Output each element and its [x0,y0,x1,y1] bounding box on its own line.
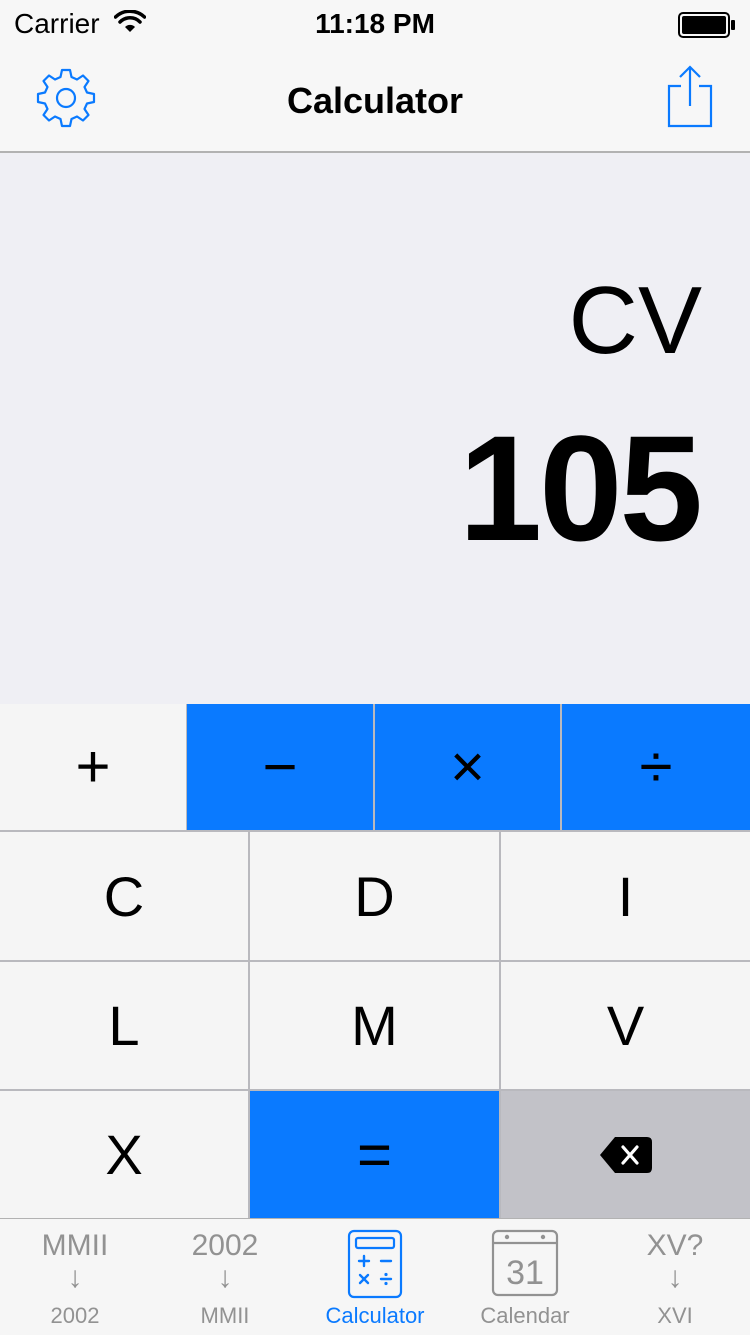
plus-button[interactable]: + [0,704,186,830]
equals-button[interactable]: = [250,1091,499,1218]
digit-i-button[interactable]: I [501,832,750,960]
share-button[interactable] [664,64,716,130]
down-arrow-icon: ↓ [667,1261,683,1294]
calendar-icon: 31 [491,1229,559,1304]
tab-bar: MMII ↓ 2002 2002 ↓ MMII Calculator 31 Ca… [0,1218,750,1335]
digit-c-label: C [103,864,145,928]
digit-x-button[interactable]: X [0,1091,248,1218]
digit-i-label: I [617,864,634,928]
status-bar: Carrier 11:18 PM [0,0,750,50]
divide-label: ÷ [639,733,673,800]
digit-x-label: X [105,1123,143,1186]
tab-calculator-label: Calculator [325,1303,425,1328]
tab-calendar[interactable]: 31 Calendar [450,1219,600,1335]
tab-roman-to-arabic-label: 2002 [50,1303,100,1328]
battery-icon [678,12,736,43]
arabic-number-display: 105 [458,404,703,572]
page-title: Calculator [286,80,464,121]
down-arrow-icon: ↓ [67,1261,83,1294]
digit-c-button[interactable]: C [0,832,248,960]
digit-v-label: V [606,994,645,1057]
multiply-label: × [449,733,486,800]
roman-numeral-display: CV [568,267,702,374]
digit-d-button[interactable]: D [250,832,499,960]
share-icon [664,65,716,134]
tab-arabic-to-roman-top: 2002 [191,1229,259,1262]
calculator-icon [341,1229,409,1304]
calendar-icon-date: 31 [506,1254,544,1292]
keypad: + − × ÷ C D I L M V X = [0,704,750,1218]
calculator-display: CV 105 [0,153,750,704]
digit-l-label: L [108,994,140,1057]
tab-roman-puzzle-label: XVI [657,1303,693,1328]
equals-label: = [356,1120,393,1188]
digit-d-label: D [354,864,395,928]
tab-roman-puzzle[interactable]: XV? ↓ XVI [600,1219,750,1335]
tab-calendar-label: Calendar [480,1303,570,1328]
tab-calculator[interactable]: Calculator [300,1219,450,1335]
backspace-icon [599,1122,653,1187]
minus-button[interactable]: − [187,704,373,830]
digit-m-button[interactable]: M [250,962,499,1089]
minus-label: − [262,733,298,800]
divide-button[interactable]: ÷ [562,704,750,830]
tab-arabic-to-roman-label: MMII [200,1303,250,1328]
tab-roman-to-arabic[interactable]: MMII ↓ 2002 [0,1219,150,1335]
backspace-button[interactable] [501,1091,750,1218]
tab-roman-puzzle-top: XV? [646,1229,704,1262]
digit-l-button[interactable]: L [0,962,248,1089]
digit-m-label: M [351,994,398,1057]
down-arrow-icon: ↓ [217,1261,233,1294]
navigation-bar: Calculator [0,50,750,153]
tab-roman-to-arabic-top: MMII [41,1229,109,1262]
multiply-button[interactable]: × [375,704,560,830]
tab-arabic-to-roman[interactable]: 2002 ↓ MMII [150,1219,300,1335]
status-time: 11:18 PM [315,8,435,39]
plus-label: + [75,733,111,800]
digit-v-button[interactable]: V [501,962,750,1089]
